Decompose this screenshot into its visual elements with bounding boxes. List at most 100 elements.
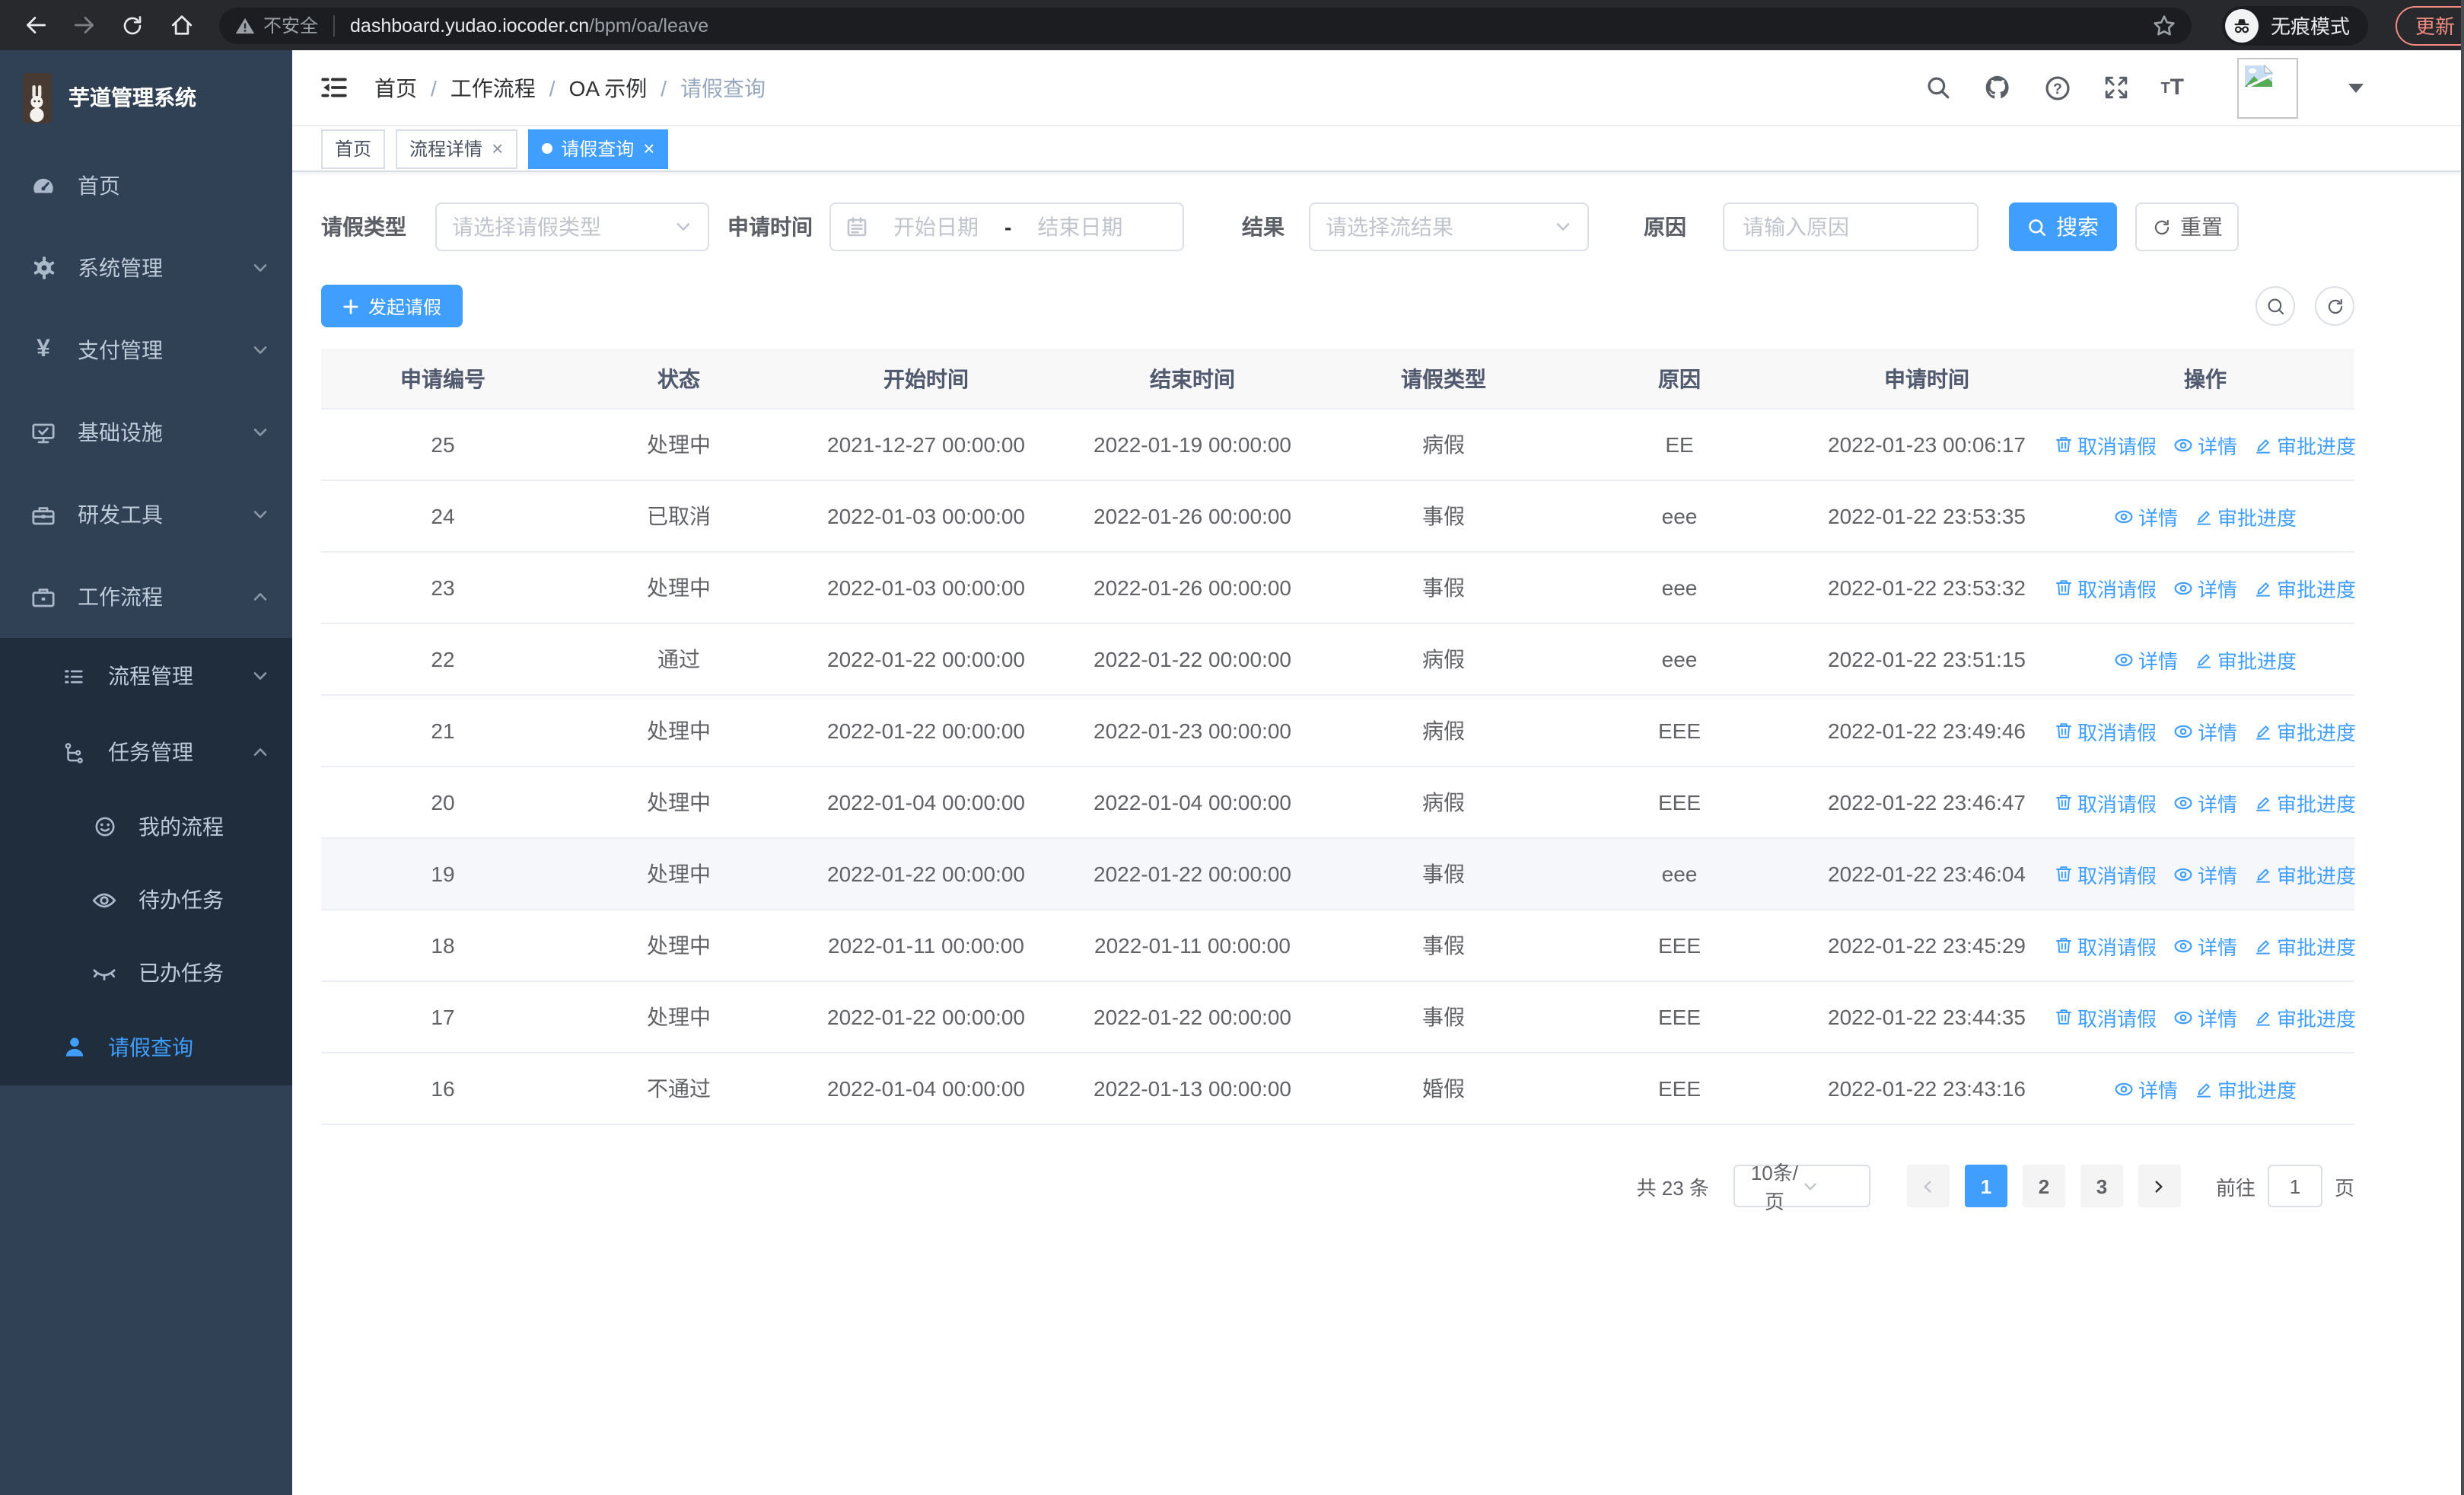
fullscreen-icon[interactable] bbox=[2103, 75, 2128, 100]
goto-page-input[interactable] bbox=[2267, 1165, 2322, 1207]
detail-link[interactable]: 详情 bbox=[2114, 1074, 2178, 1103]
leave-type-select[interactable]: 请选择请假类型 bbox=[435, 202, 709, 251]
sidebar-item-leave-query[interactable]: 请假查询 bbox=[0, 1009, 292, 1085]
breadcrumb-item[interactable]: 工作流程 bbox=[450, 72, 536, 103]
detail-link[interactable]: 详情 bbox=[2114, 502, 2178, 531]
breadcrumb-item[interactable]: OA 示例 bbox=[569, 72, 648, 103]
github-icon[interactable] bbox=[1982, 73, 2011, 102]
breadcrumb-item[interactable]: 首页 bbox=[374, 72, 417, 103]
progress-link[interactable]: 审批进度 bbox=[2195, 645, 2297, 674]
bookmark-star-icon[interactable] bbox=[2152, 13, 2176, 37]
tab-process-detail[interactable]: 流程详情 × bbox=[396, 129, 517, 168]
toggle-search-button[interactable] bbox=[2255, 286, 2295, 326]
detail-link[interactable]: 详情 bbox=[2173, 1003, 2237, 1031]
progress-link[interactable]: 审批进度 bbox=[2254, 859, 2356, 888]
search-icon[interactable] bbox=[1924, 75, 1950, 100]
home-icon[interactable] bbox=[161, 5, 201, 45]
detail-link[interactable]: 详情 bbox=[2173, 430, 2237, 459]
progress-link[interactable]: 审批进度 bbox=[2254, 716, 2356, 745]
detail-link[interactable]: 详情 bbox=[2114, 645, 2178, 674]
sidebar-item-home[interactable]: 首页 bbox=[0, 145, 292, 227]
edit-icon bbox=[2256, 725, 2271, 740]
page-button-1[interactable]: 1 bbox=[1964, 1165, 2007, 1207]
app-title: 芋道管理系统 bbox=[68, 85, 196, 110]
tab-leave-query[interactable]: 请假查询 × bbox=[527, 129, 669, 168]
progress-link[interactable]: 审批进度 bbox=[2254, 931, 2356, 960]
apply-time-label: 申请时间 bbox=[727, 215, 813, 239]
refresh-table-button[interactable] bbox=[2315, 286, 2354, 326]
avatar[interactable] bbox=[2237, 57, 2298, 118]
delete-icon bbox=[2055, 723, 2071, 738]
sidebar-item-my-process[interactable]: 我的流程 bbox=[0, 790, 292, 863]
update-button[interactable]: 更新 bbox=[2396, 5, 2464, 45]
cancel-leave-link[interactable]: 取消请假 bbox=[2055, 716, 2157, 745]
progress-link[interactable]: 审批进度 bbox=[2254, 430, 2356, 459]
page-size-select[interactable]: 10条/页 bbox=[1733, 1162, 1870, 1213]
result-select[interactable]: 请选择流结果 bbox=[1309, 202, 1589, 251]
sidebar-item-todo-tasks[interactable]: 待办任务 bbox=[0, 863, 292, 936]
sidebar-item-process-mgmt[interactable]: 流程管理 bbox=[0, 638, 292, 714]
cancel-leave-link[interactable]: 取消请假 bbox=[2055, 573, 2157, 602]
close-icon[interactable]: × bbox=[492, 139, 503, 158]
sidebar-item-workflow[interactable]: 工作流程 bbox=[0, 556, 292, 638]
prev-page-button[interactable] bbox=[1906, 1165, 1950, 1207]
security-label[interactable]: 不安全 bbox=[263, 12, 318, 38]
cancel-leave-link[interactable]: 取消请假 bbox=[2055, 1003, 2157, 1031]
select-placeholder: 请选择流结果 bbox=[1326, 215, 1453, 239]
chevron-up-icon bbox=[251, 743, 269, 761]
detail-link[interactable]: 详情 bbox=[2173, 931, 2237, 960]
search-button[interactable]: 搜索 bbox=[2009, 202, 2117, 251]
reason-input[interactable] bbox=[1740, 213, 1962, 241]
progress-link[interactable]: 审批进度 bbox=[2195, 1074, 2297, 1103]
table-row: 17 处理中 2022-01-22 00:00:00 2022-01-22 00… bbox=[321, 982, 2356, 1054]
url-divider bbox=[333, 14, 336, 36]
sidebar-item-system[interactable]: 系统管理 bbox=[0, 227, 292, 309]
progress-link[interactable]: 审批进度 bbox=[2254, 1003, 2356, 1031]
cancel-leave-link[interactable]: 取消请假 bbox=[2055, 859, 2157, 888]
font-size-icon[interactable]: TT bbox=[2160, 76, 2184, 99]
reload-icon[interactable] bbox=[113, 5, 152, 45]
detail-link[interactable]: 详情 bbox=[2173, 788, 2237, 817]
close-icon[interactable]: × bbox=[643, 139, 654, 158]
breadcrumb-item-current: 请假查询 bbox=[680, 75, 766, 100]
forward-icon[interactable] bbox=[64, 5, 103, 45]
help-icon[interactable]: ? bbox=[2043, 74, 2071, 101]
url-path[interactable]: /bpm/oa/leave bbox=[589, 14, 708, 36]
goto-label: 前往 bbox=[2215, 1176, 2255, 1199]
briefcase-icon bbox=[30, 584, 56, 610]
progress-link[interactable]: 审批进度 bbox=[2254, 573, 2356, 602]
detail-link[interactable]: 详情 bbox=[2173, 716, 2237, 745]
next-page-button[interactable] bbox=[2138, 1165, 2181, 1207]
sidebar-item-task-mgmt[interactable]: 任务管理 bbox=[0, 714, 292, 790]
start-date-placeholder[interactable]: 开始日期 bbox=[880, 212, 992, 242]
cancel-leave-link[interactable]: 取消请假 bbox=[2055, 931, 2157, 960]
apply-time-range-picker[interactable]: 开始日期 - 结束日期 bbox=[829, 202, 1184, 251]
page-button-3[interactable]: 3 bbox=[2080, 1165, 2123, 1207]
sidebar-item-label: 流程管理 bbox=[108, 664, 193, 688]
collapse-sidebar-icon[interactable] bbox=[317, 71, 350, 104]
avatar-caret-icon[interactable] bbox=[2348, 83, 2364, 92]
detail-link[interactable]: 详情 bbox=[2173, 573, 2237, 602]
col-header: 原因 bbox=[1658, 366, 1701, 390]
progress-link[interactable]: 审批进度 bbox=[2254, 788, 2356, 817]
progress-link[interactable]: 审批进度 bbox=[2195, 502, 2297, 531]
detail-link[interactable]: 详情 bbox=[2173, 859, 2237, 888]
url-host[interactable]: dashboard.yudao.iocoder.cn bbox=[350, 14, 589, 36]
back-icon[interactable] bbox=[15, 5, 55, 45]
sidebar-item-devtools[interactable]: 研发工具 bbox=[0, 473, 292, 556]
end-date-placeholder[interactable]: 结束日期 bbox=[1023, 212, 1136, 242]
page-button-2[interactable]: 2 bbox=[2022, 1165, 2065, 1207]
sidebar-item-payment[interactable]: ¥ 支付管理 bbox=[0, 309, 292, 391]
url-bar[interactable]: 不安全 dashboard.yudao.iocoder.cn/bpm/oa/le… bbox=[219, 7, 2192, 43]
sidebar-item-done-tasks[interactable]: 已办任务 bbox=[0, 936, 292, 1009]
table-row: 16 不通过 2022-01-04 00:00:00 2022-01-13 00… bbox=[321, 1054, 2354, 1125]
edit-icon bbox=[2256, 582, 2271, 597]
cancel-leave-link[interactable]: 取消请假 bbox=[2055, 430, 2157, 459]
sidebar-item-label: 研发工具 bbox=[78, 502, 163, 527]
tab-home[interactable]: 首页 bbox=[321, 129, 386, 168]
sidebar-item-label: 系统管理 bbox=[78, 256, 163, 280]
sidebar-item-infra[interactable]: 基础设施 bbox=[0, 391, 292, 473]
cancel-leave-link[interactable]: 取消请假 bbox=[2055, 788, 2157, 817]
create-leave-button[interactable]: 发起请假 bbox=[321, 285, 463, 327]
reset-button[interactable]: 重置 bbox=[2135, 202, 2239, 251]
